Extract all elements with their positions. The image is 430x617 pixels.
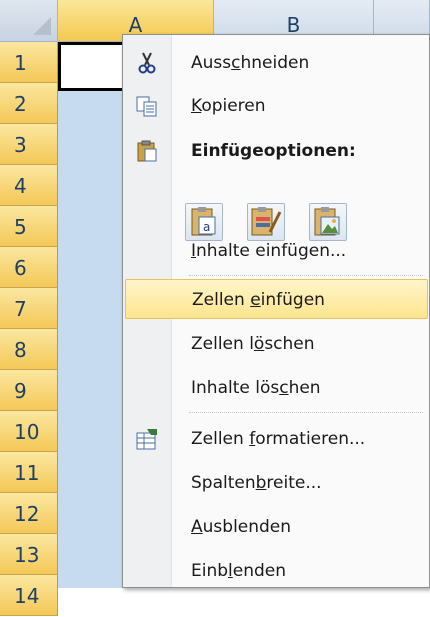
row-header-1[interactable]: 1 xyxy=(0,42,58,83)
row-header-14[interactable]: 14 xyxy=(0,575,58,616)
menu-item-clear-contents[interactable]: Inhalte löschen xyxy=(125,368,428,408)
menu-separator xyxy=(189,412,423,413)
row-header-4[interactable]: 4 xyxy=(0,165,58,206)
menu-item-delete-cells[interactable]: Zellen löschen xyxy=(125,324,428,364)
menu-item-label: Spaltenbreite... xyxy=(191,473,322,493)
row-header-6[interactable]: 6 xyxy=(0,247,58,288)
menu-item-label: Zellen einfügen xyxy=(192,290,325,310)
menu-item-column-width[interactable]: Spaltenbreite... xyxy=(125,463,428,503)
menu-item-label: Ausblenden xyxy=(191,517,292,537)
menu-header-label: Einfügeoptionen: xyxy=(191,141,356,161)
menu-item-cut[interactable]: Ausschneiden xyxy=(125,43,428,83)
clipboard-icon xyxy=(137,140,157,162)
row-header-11[interactable]: 11 xyxy=(0,452,58,493)
menu-item-label: Inhalte löschen xyxy=(191,378,321,398)
menu-item-hide[interactable]: Ausblenden xyxy=(125,507,428,547)
menu-item-insert-cells[interactable]: Zellen einfügen xyxy=(125,279,428,319)
row-header-8[interactable]: 8 xyxy=(0,329,58,370)
row-header-10[interactable]: 10 xyxy=(0,411,58,452)
menu-item-label: Zellen löschen xyxy=(191,334,315,354)
menu-item-copy[interactable]: Kopieren xyxy=(125,86,428,126)
copy-icon xyxy=(136,96,157,117)
row-header-2[interactable]: 2 xyxy=(0,83,58,124)
menu-item-format-cells[interactable]: Zellen formatieren... xyxy=(125,419,428,459)
select-all-triangle-icon xyxy=(33,17,51,35)
menu-item-paste-special[interactable]: Inhalte einfügen... xyxy=(125,231,428,271)
menu-header-paste-options: Einfügeoptionen: xyxy=(125,131,428,171)
format-cells-icon xyxy=(136,429,157,450)
row-header-9[interactable]: 9 xyxy=(0,370,58,411)
menu-item-unhide[interactable]: Einblenden xyxy=(125,551,428,591)
menu-item-label: Kopieren xyxy=(191,96,266,116)
menu-item-label: Inhalte einfügen... xyxy=(191,241,347,261)
row-header-3[interactable]: 3 xyxy=(0,124,58,165)
row-header-7[interactable]: 7 xyxy=(0,288,58,329)
context-menu: Ausschneiden Kopieren Einfügeoptionen: a xyxy=(122,34,430,588)
menu-item-label: Einblenden xyxy=(191,561,287,581)
row-header-5[interactable]: 5 xyxy=(0,206,58,247)
scissors-icon xyxy=(138,52,156,74)
row-header-12[interactable]: 12 xyxy=(0,493,58,534)
menu-item-label: Zellen formatieren... xyxy=(191,429,366,449)
select-all-corner[interactable] xyxy=(0,0,58,42)
menu-separator xyxy=(189,275,423,276)
row-header-13[interactable]: 13 xyxy=(0,534,58,575)
menu-item-label: Ausschneiden xyxy=(191,53,310,73)
